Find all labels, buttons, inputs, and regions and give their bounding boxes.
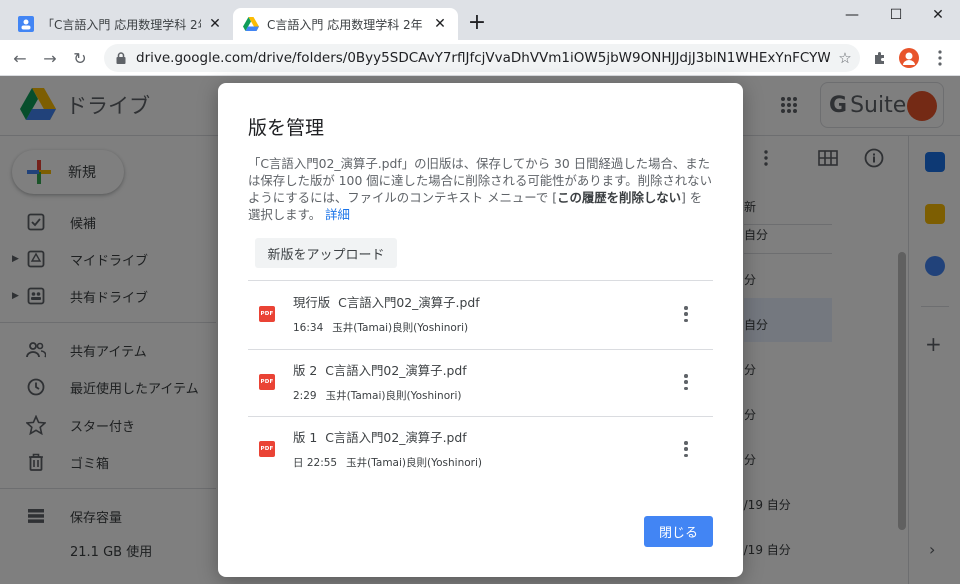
desc-bold-text: この履歴を削除しない xyxy=(557,190,682,205)
version-filename: C言語入門02_演算子.pdf xyxy=(338,295,480,310)
version-meta: 16:34 玉井(Tamai)良則(Yoshinori) xyxy=(293,320,468,335)
version-meta: 日 22:55 玉井(Tamai)良則(Yoshinori) xyxy=(293,455,482,470)
address-bar[interactable]: drive.google.com/drive/folders/0Byy5SDCA… xyxy=(104,44,860,72)
browser-tab-1[interactable]: 「C言語入門 応用数理学科 2年」の ✕ xyxy=(8,8,233,40)
minimize-icon[interactable]: — xyxy=(830,0,874,30)
manage-versions-dialog: 版を管理 「C言語入門02_演算子.pdf」の旧版は、保存してから 30 日間経… xyxy=(218,83,743,577)
learn-more-link[interactable]: 詳細 xyxy=(325,207,350,222)
version-filename: C言語入門02_演算子.pdf xyxy=(325,363,467,378)
url-text: drive.google.com/drive/folders/0Byy5SDCA… xyxy=(136,50,830,66)
version-name: 版 2 C言語入門02_演算子.pdf xyxy=(293,361,467,379)
version-time: 2:29 xyxy=(293,390,317,402)
version-item: PDF 版 1 C言語入門02_演算子.pdf 日 22:55 玉井(Tamai)良… xyxy=(248,417,713,483)
version-label: 現行版 xyxy=(293,295,331,310)
close-dialog-button[interactable]: 閉じる xyxy=(644,516,713,547)
maximize-icon[interactable]: ☐ xyxy=(874,0,918,30)
browser-tab-2[interactable]: C言語入門 応用数理学科 2年 - G ✕ xyxy=(233,8,458,40)
close-tab-icon[interactable]: ✕ xyxy=(432,16,448,32)
version-author: 玉井(Tamai)良則(Yoshinori) xyxy=(346,457,482,469)
tab-title: 「C言語入門 応用数理学科 2年」の xyxy=(42,17,201,32)
close-tab-icon[interactable]: ✕ xyxy=(207,16,223,32)
browser-menu-icon[interactable] xyxy=(930,48,950,68)
dialog-description: 「C言語入門02_演算子.pdf」の旧版は、保存してから 30 日間経過した場合… xyxy=(248,155,714,223)
bookmark-star-icon[interactable]: ☆ xyxy=(830,49,860,67)
drive-favicon-icon xyxy=(243,17,259,31)
version-author: 玉井(Tamai)良則(Yoshinori) xyxy=(332,322,469,334)
pdf-file-icon: PDF xyxy=(259,441,275,457)
upload-new-version-button[interactable]: 新版をアップロード xyxy=(255,238,397,268)
version-label: 版 2 xyxy=(293,363,318,378)
pdf-file-icon: PDF xyxy=(259,306,275,322)
lock-icon xyxy=(116,52,126,64)
people-favicon-icon xyxy=(18,16,34,32)
version-label: 版 1 xyxy=(293,430,318,445)
version-more-icon[interactable] xyxy=(678,439,694,459)
extensions-puzzle-icon[interactable] xyxy=(870,48,890,68)
version-time: 日 22:55 xyxy=(293,457,338,469)
tab-title: C言語入門 応用数理学科 2年 - G xyxy=(267,17,426,32)
version-filename: C言語入門02_演算子.pdf xyxy=(325,430,467,445)
version-more-icon[interactable] xyxy=(678,304,694,324)
version-more-icon[interactable] xyxy=(678,372,694,392)
new-tab-icon[interactable]: + xyxy=(466,12,488,35)
pdf-file-icon: PDF xyxy=(259,374,275,390)
version-name: 現行版 C言語入門02_演算子.pdf xyxy=(293,293,480,311)
version-meta: 2:29 玉井(Tamai)良則(Yoshinori) xyxy=(293,388,461,403)
dialog-title: 版を管理 xyxy=(248,117,325,139)
version-item: PDF 版 2 C言語入門02_演算子.pdf 2:29 玉井(Tamai)良則(Y… xyxy=(248,350,713,416)
profile-avatar-icon[interactable] xyxy=(899,48,919,68)
browser-tab-strip: 「C言語入門 応用数理学科 2年」の ✕ C言語入門 応用数理学科 2年 - G… xyxy=(0,0,960,40)
version-name: 版 1 C言語入門02_演算子.pdf xyxy=(293,428,467,446)
reload-icon[interactable]: ↻ xyxy=(68,46,92,70)
forward-icon[interactable]: → xyxy=(38,46,62,70)
dialog-divider xyxy=(248,280,713,281)
version-time: 16:34 xyxy=(293,322,324,334)
version-author: 玉井(Tamai)良則(Yoshinori) xyxy=(325,390,462,402)
version-item: PDF 現行版 C言語入門02_演算子.pdf 16:34 玉井(Tamai)良則(… xyxy=(248,282,713,348)
browser-toolbar: ← → ↻ drive.google.com/drive/folders/0By… xyxy=(0,40,960,76)
window-close-icon[interactable]: ✕ xyxy=(916,0,960,30)
back-icon[interactable]: ← xyxy=(8,46,32,70)
